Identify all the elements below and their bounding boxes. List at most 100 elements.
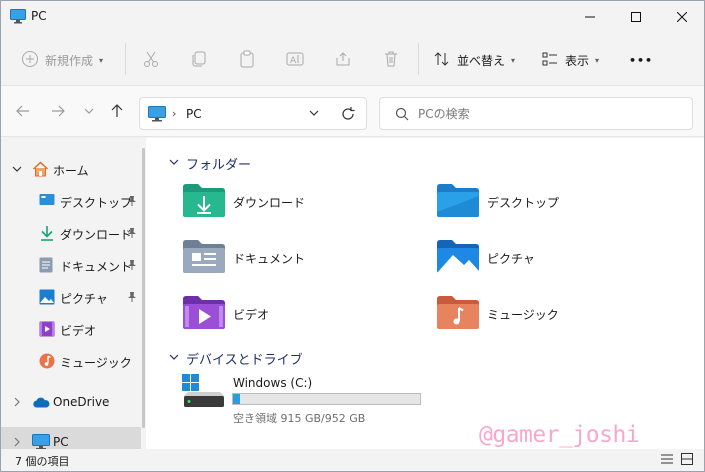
- toolbar-divider: [125, 43, 126, 75]
- minimize-button[interactable]: [567, 1, 613, 33]
- sidebar-item-desktop[interactable]: デスクトップ: [1, 186, 141, 216]
- watermark-text: @gamer_joshi: [479, 422, 640, 448]
- pin-icon[interactable]: [127, 227, 137, 242]
- chevron-down-icon: [168, 351, 180, 367]
- chevron-down-icon: ▾: [99, 55, 104, 65]
- sidebar-item-documents[interactable]: ドキュメント: [1, 250, 141, 280]
- music-icon: [39, 353, 55, 372]
- share-icon: [334, 50, 352, 71]
- sort-icon: [433, 50, 451, 71]
- drive-usage-fill: [233, 394, 241, 404]
- scrollbar-thumb[interactable]: [142, 148, 145, 428]
- navigation-pane: ホーム デスクトップ ダウンロード ドキュメント ピクチャ ビデオ ミュージック…: [1, 138, 146, 457]
- chevron-down-icon: [168, 156, 180, 172]
- copy-button[interactable]: [190, 45, 208, 75]
- folder-item[interactable]: デスクトップ: [436, 182, 666, 228]
- share-button[interactable]: [334, 45, 352, 75]
- search-box: [379, 97, 693, 130]
- pictures-icon: [39, 289, 55, 308]
- sidebar-item-label: ホーム: [53, 164, 89, 178]
- breadcrumb-separator: ›: [172, 107, 177, 120]
- new-button-label: 新規作成: [45, 53, 94, 68]
- video-icon: [39, 321, 55, 340]
- sidebar-item-home[interactable]: ホーム: [1, 154, 141, 184]
- tiles-view-icon[interactable]: [681, 453, 693, 468]
- maximize-button[interactable]: [613, 1, 659, 33]
- forward-button[interactable]: [48, 102, 68, 122]
- sidebar-item-label: OneDrive: [53, 395, 110, 409]
- address-bar[interactable]: › PC: [139, 97, 367, 130]
- sidebar-item-onedrive[interactable]: OneDrive: [1, 387, 141, 417]
- desktop-icon: [39, 193, 55, 210]
- folders-section-header[interactable]: フォルダー: [168, 154, 251, 173]
- title-bar: PC: [1, 1, 704, 33]
- chevron-down-icon: [83, 105, 95, 120]
- sidebar-item-videos[interactable]: ビデオ: [1, 314, 141, 344]
- drive-free-space: 空き領域 915 GB/952 GB: [233, 412, 366, 425]
- pc-icon: [10, 9, 26, 27]
- sort-button[interactable]: 並べ替え ▾: [433, 45, 515, 75]
- view-button-label: 表示: [565, 53, 590, 68]
- view-toggle: [661, 453, 693, 468]
- drives-section-header[interactable]: デバイスとドライブ: [168, 349, 303, 368]
- item-count: 7 個の項目: [15, 455, 70, 468]
- close-button[interactable]: [659, 1, 704, 33]
- pin-icon[interactable]: [127, 259, 137, 274]
- up-button[interactable]: [107, 102, 127, 122]
- home-icon: [32, 161, 49, 180]
- document-icon: [39, 257, 53, 276]
- chevron-right-icon[interactable]: [11, 396, 23, 411]
- back-button[interactable]: [13, 102, 33, 122]
- drive-name: Windows (C:): [233, 376, 313, 390]
- more-options-button[interactable]: •••: [629, 45, 653, 75]
- rename-button[interactable]: A: [286, 45, 304, 75]
- recent-locations-button[interactable]: [79, 102, 99, 122]
- address-history-button[interactable]: [308, 107, 320, 122]
- sidebar-item-label: ビデオ: [60, 324, 97, 338]
- trash-icon: [382, 50, 400, 71]
- sidebar-item-label: ドキュメント: [60, 260, 133, 274]
- command-bar: 新規作成 ▾ A 並べ替え ▾ 表示 ▾ •••: [1, 33, 704, 85]
- folder-item[interactable]: ビデオ: [182, 294, 412, 340]
- sidebar-item-pictures[interactable]: ピクチャ: [1, 282, 141, 312]
- details-view-icon[interactable]: [661, 453, 673, 468]
- folder-name: ビデオ: [233, 308, 270, 322]
- chevron-down-icon: ▾: [595, 55, 600, 65]
- svg-text:A: A: [290, 56, 297, 66]
- new-button[interactable]: 新規作成 ▾: [21, 45, 103, 75]
- folder-item[interactable]: ドキュメント: [182, 238, 412, 284]
- sidebar-item-music[interactable]: ミュージック: [1, 346, 141, 376]
- view-button[interactable]: 表示 ▾: [541, 45, 599, 75]
- delete-button[interactable]: [382, 45, 400, 75]
- pin-icon[interactable]: [127, 291, 137, 306]
- sidebar-item-label: ピクチャ: [60, 292, 108, 306]
- folder-item[interactable]: ピクチャ: [436, 238, 666, 284]
- pictures-folder-icon: [436, 238, 480, 277]
- folder-name: デスクトップ: [487, 196, 560, 210]
- scissors-icon: [142, 50, 160, 71]
- section-title: フォルダー: [186, 158, 252, 173]
- view-icon: [541, 50, 559, 71]
- sidebar-item-label: ダウンロード: [60, 228, 133, 242]
- drive-item[interactable]: Windows (C:) 空き領域 915 GB/952 GB: [182, 374, 442, 434]
- music-folder-icon: [436, 294, 480, 333]
- window-title: PC: [31, 9, 47, 23]
- folder-item[interactable]: ダウンロード: [182, 182, 412, 228]
- refresh-button[interactable]: [340, 106, 356, 125]
- folder-name: ダウンロード: [233, 196, 306, 210]
- pin-icon[interactable]: [127, 195, 137, 210]
- desktop-folder-icon: [436, 182, 480, 221]
- paste-button[interactable]: [238, 45, 256, 75]
- sidebar-item-label: ミュージック: [60, 356, 132, 370]
- folder-name: ミュージック: [487, 308, 559, 322]
- sidebar-scrollbar[interactable]: [142, 138, 145, 449]
- sidebar-item-downloads[interactable]: ダウンロード: [1, 218, 141, 248]
- cut-button[interactable]: [142, 45, 160, 75]
- chevron-down-icon[interactable]: [11, 163, 23, 178]
- navigation-bar: › PC: [1, 85, 704, 137]
- breadcrumb[interactable]: PC: [186, 107, 202, 121]
- search-input[interactable]: [418, 105, 678, 123]
- copy-icon: [190, 50, 208, 71]
- windows-drive-icon: [182, 374, 226, 413]
- folder-item[interactable]: ミュージック: [436, 294, 666, 340]
